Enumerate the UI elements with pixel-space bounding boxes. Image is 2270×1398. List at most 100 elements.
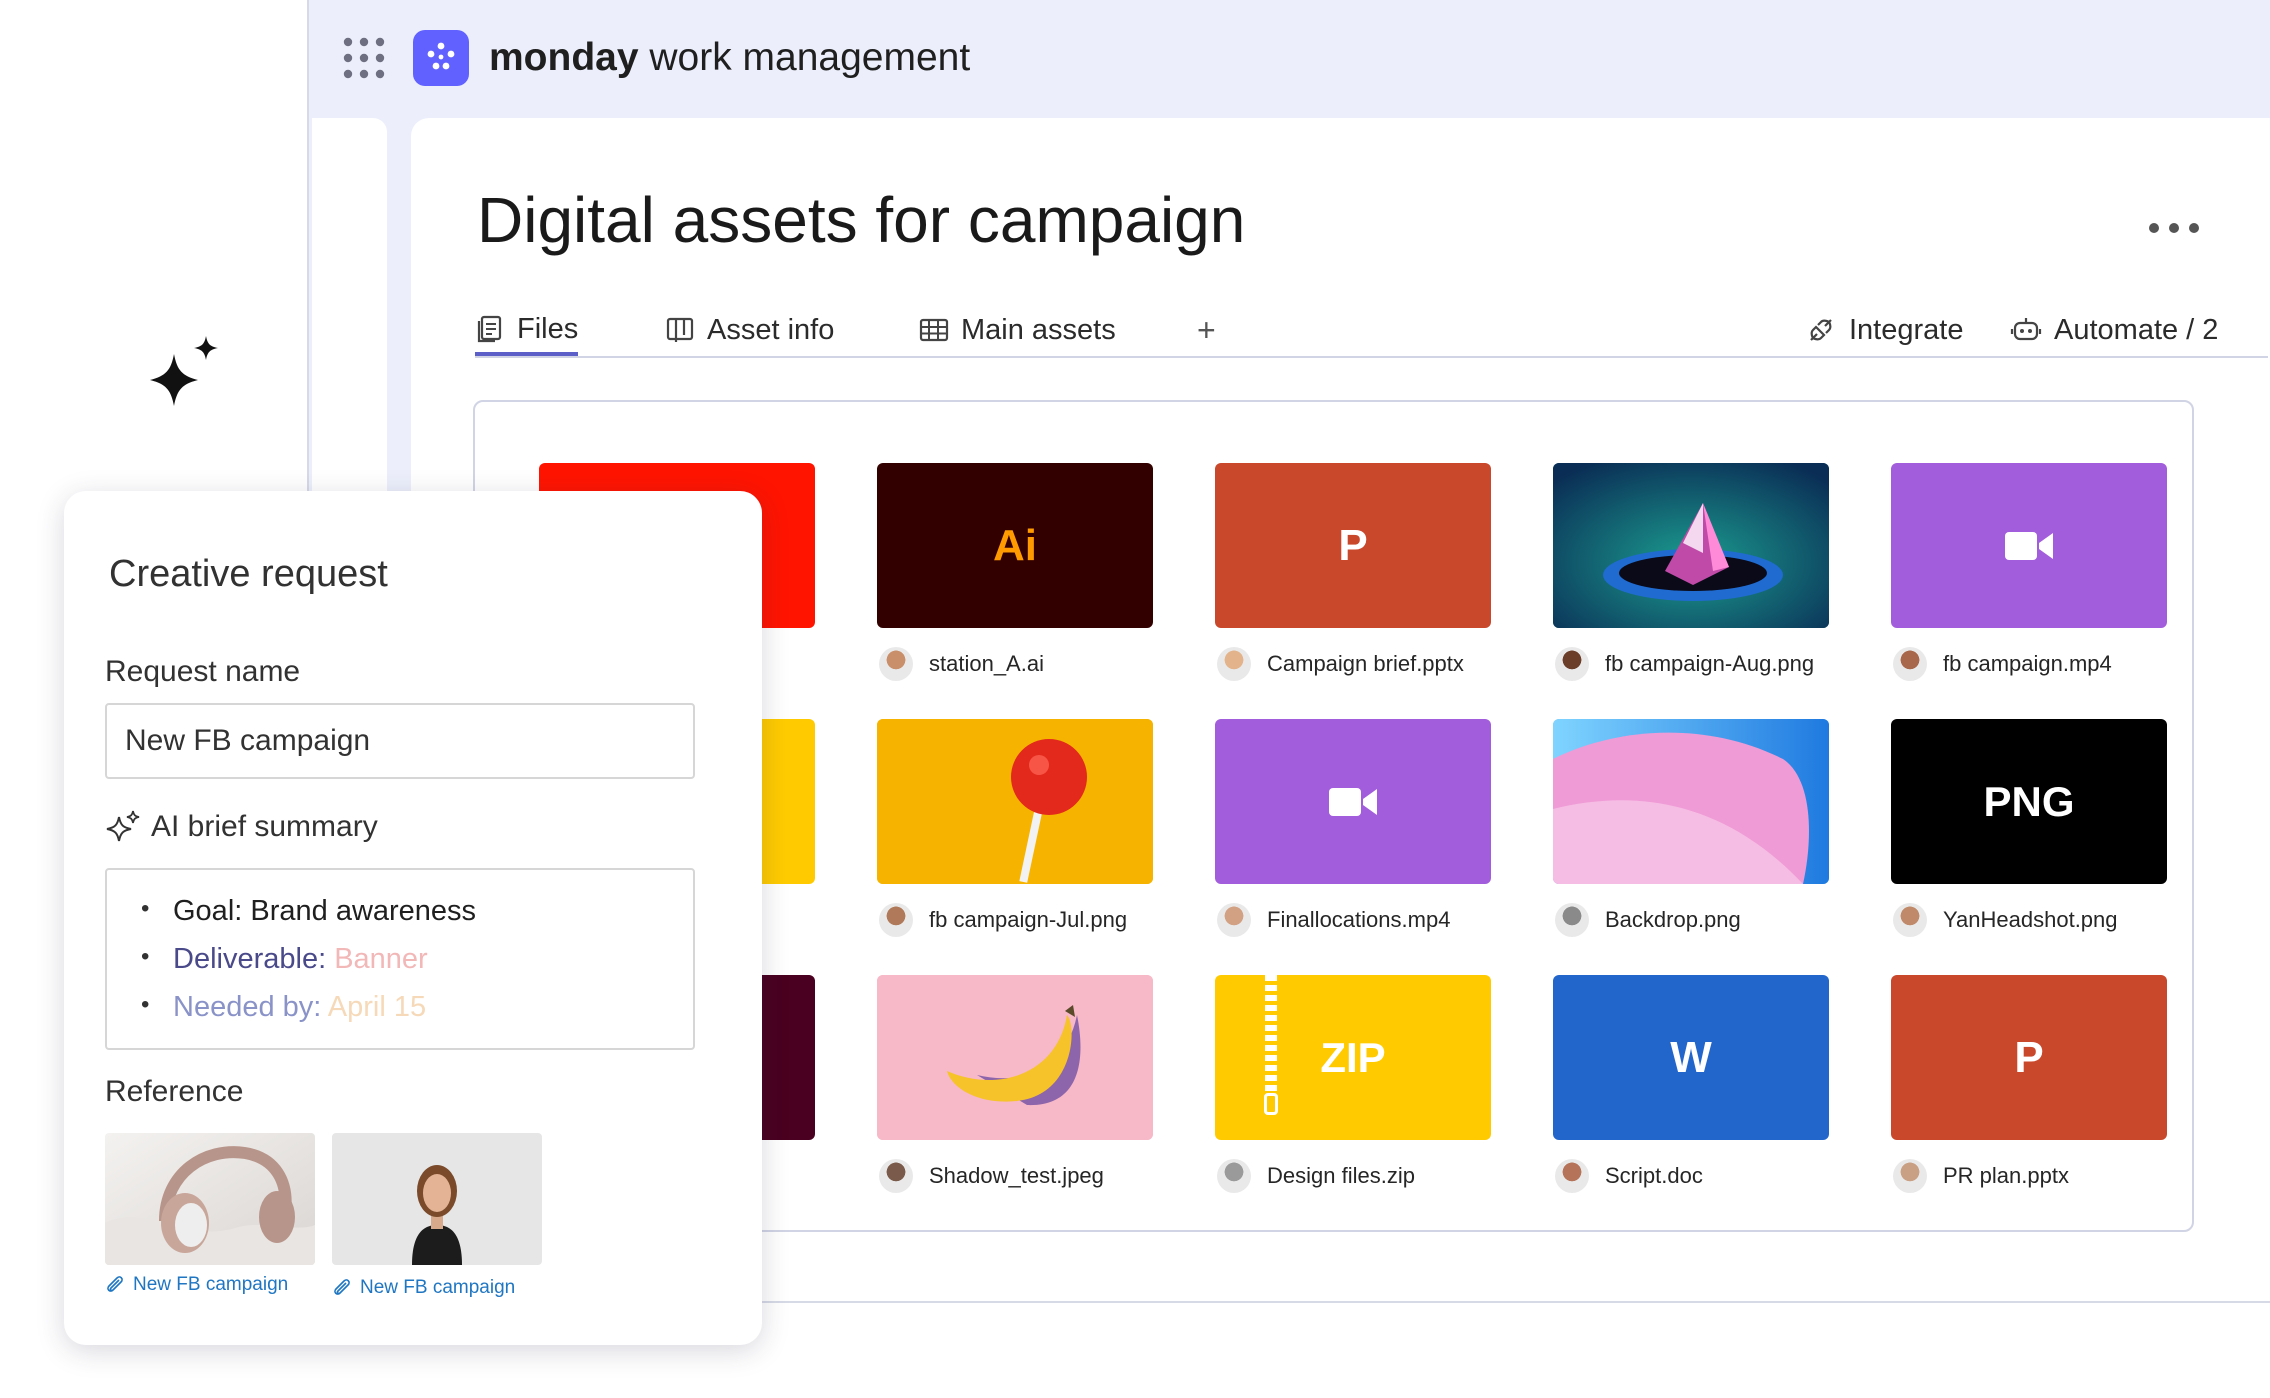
- tab-main-assets[interactable]: Main assets: [919, 306, 1116, 354]
- file-meta: Shadow_test.jpeg: [877, 1156, 1153, 1196]
- file-thumbnail[interactable]: [1215, 719, 1491, 884]
- integrate-plug-icon: [1810, 319, 1832, 341]
- ai-summary-box: Goal: Brand awareness Deliverable: Banne…: [105, 868, 695, 1050]
- avatar[interactable]: [879, 1159, 913, 1193]
- avatar[interactable]: [879, 647, 913, 681]
- file-name[interactable]: Script.doc: [1605, 1163, 1703, 1189]
- reference-image-headphones[interactable]: [105, 1133, 315, 1265]
- file-meta: fb campaign.mp4: [1891, 644, 2167, 684]
- file-thumbnail[interactable]: [1553, 719, 1829, 884]
- summary-deliverable: Deliverable: Banner: [141, 943, 428, 976]
- file-name[interactable]: YanHeadshot.png: [1943, 907, 2118, 933]
- attachment-icon: [334, 1279, 350, 1295]
- file-meta: fb campaign-Jul.png: [877, 900, 1153, 940]
- file-tile[interactable]: Ai station_A.ai: [877, 463, 1153, 684]
- sparkle-icon: [150, 336, 218, 406]
- avatar[interactable]: [879, 903, 913, 937]
- file-thumbnail[interactable]: P: [1891, 975, 2167, 1140]
- file-thumbnail[interactable]: [1553, 463, 1829, 628]
- page-title: Digital assets for campaign: [477, 184, 1246, 256]
- file-name[interactable]: Design files.zip: [1267, 1163, 1415, 1189]
- file-tile[interactable]: fb campaign-Aug.png: [1553, 463, 1829, 684]
- file-thumbnail[interactable]: P: [1215, 463, 1491, 628]
- thumbnail-label: Ai: [993, 520, 1037, 570]
- file-thumbnail[interactable]: Ai: [877, 463, 1153, 628]
- integrate-button[interactable]: Integrate: [1805, 306, 1963, 354]
- summary-goal: Goal: Brand awareness: [141, 895, 476, 928]
- file-tile[interactable]: ZIP Design files.zip: [1215, 975, 1491, 1196]
- reference-image-portrait[interactable]: [332, 1133, 542, 1265]
- avatar[interactable]: [1555, 903, 1589, 937]
- attachment-icon: [107, 1276, 123, 1292]
- avatar[interactable]: [1893, 903, 1927, 937]
- thumbnail-label: W: [1670, 1032, 1712, 1082]
- file-tile[interactable]: Backdrop.png: [1553, 719, 1829, 940]
- file-tile[interactable]: P PR plan.pptx: [1891, 975, 2167, 1196]
- tab-asset-info[interactable]: Asset info: [665, 306, 834, 354]
- avatar[interactable]: [1217, 1159, 1251, 1193]
- file-tile[interactable]: fb campaign-Jul.png: [877, 719, 1153, 940]
- file-name[interactable]: fb campaign-Aug.png: [1605, 651, 1814, 677]
- file-thumbnail[interactable]: PNG: [1891, 719, 2167, 884]
- monday-logo-icon[interactable]: [413, 30, 469, 86]
- reference-link-2[interactable]: New FB campaign: [332, 1277, 515, 1299]
- more-options-icon[interactable]: [2146, 218, 2202, 238]
- file-meta: Campaign brief.pptx: [1215, 644, 1491, 684]
- file-tile[interactable]: fb campaign.mp4: [1891, 463, 2167, 684]
- file-tile[interactable]: Shadow_test.jpeg: [877, 975, 1153, 1196]
- file-tile[interactable]: W Script.doc: [1553, 975, 1829, 1196]
- file-meta: Design files.zip: [1215, 1156, 1491, 1196]
- file-name[interactable]: fb campaign-Jul.png: [929, 907, 1127, 933]
- file-meta: Script.doc: [1553, 1156, 1829, 1196]
- robot-icon: [2010, 318, 2042, 341]
- file-thumbnail[interactable]: [1891, 463, 2167, 628]
- reference-label: Reference: [105, 1075, 244, 1108]
- avatar[interactable]: [1893, 1159, 1927, 1193]
- request-name-label: Request name: [105, 655, 301, 688]
- automate-button[interactable]: Automate / 2: [2010, 306, 2218, 354]
- file-meta: fb campaign-Aug.png: [1553, 644, 1829, 684]
- files-icon: [477, 315, 502, 343]
- file-name[interactable]: Shadow_test.jpeg: [929, 1163, 1104, 1189]
- tab-files[interactable]: Files: [475, 306, 579, 356]
- brand-name: monday work management: [489, 36, 971, 79]
- file-tile[interactable]: P Campaign brief.pptx: [1215, 463, 1491, 684]
- file-name[interactable]: Campaign brief.pptx: [1267, 651, 1464, 677]
- request-name-input[interactable]: New FB campaign: [105, 703, 695, 779]
- file-name[interactable]: Backdrop.png: [1605, 907, 1741, 933]
- file-name[interactable]: fb campaign.mp4: [1943, 651, 2112, 677]
- reference-link-1[interactable]: New FB campaign: [105, 1274, 288, 1296]
- file-tile[interactable]: Finallocations.mp4: [1215, 719, 1491, 940]
- creative-request-panel: Creative request Request name New FB cam…: [64, 491, 762, 1345]
- file-meta: PR plan.pptx: [1891, 1156, 2167, 1196]
- file-name[interactable]: station_A.ai: [929, 651, 1044, 677]
- thumbnail-label: ZIP: [1320, 1033, 1386, 1081]
- file-name[interactable]: Finallocations.mp4: [1267, 907, 1450, 933]
- avatar[interactable]: [1893, 647, 1927, 681]
- avatar[interactable]: [1555, 1159, 1589, 1193]
- file-tile[interactable]: PNG YanHeadshot.png: [1891, 719, 2167, 940]
- file-thumbnail[interactable]: ZIP: [1215, 975, 1491, 1140]
- thumbnail-label: PNG: [1983, 777, 2075, 825]
- avatar[interactable]: [1217, 903, 1251, 937]
- file-meta: YanHeadshot.png: [1891, 900, 2167, 940]
- video-camera-icon: [1329, 787, 1377, 816]
- avatar[interactable]: [1217, 647, 1251, 681]
- file-name[interactable]: PR plan.pptx: [1943, 1163, 2069, 1189]
- app-grid-icon[interactable]: [343, 37, 385, 79]
- video-camera-icon: [2005, 531, 2053, 560]
- top-bar: monday work management: [309, 0, 2270, 118]
- zipper-icon: [1265, 975, 1277, 1093]
- file-meta: Finallocations.mp4: [1215, 900, 1491, 940]
- file-thumbnail[interactable]: [877, 719, 1153, 884]
- thumbnail-label: P: [1338, 520, 1368, 570]
- kanban-icon: [666, 317, 694, 342]
- table-icon: [919, 318, 949, 342]
- avatar[interactable]: [1555, 647, 1589, 681]
- file-thumbnail[interactable]: [877, 975, 1153, 1140]
- file-meta: station_A.ai: [877, 644, 1153, 684]
- panel-title: Creative request: [109, 553, 388, 595]
- add-tab-button[interactable]: +: [1197, 306, 1216, 354]
- ai-brief-summary-heading: AI brief summary: [105, 809, 378, 845]
- file-thumbnail[interactable]: W: [1553, 975, 1829, 1140]
